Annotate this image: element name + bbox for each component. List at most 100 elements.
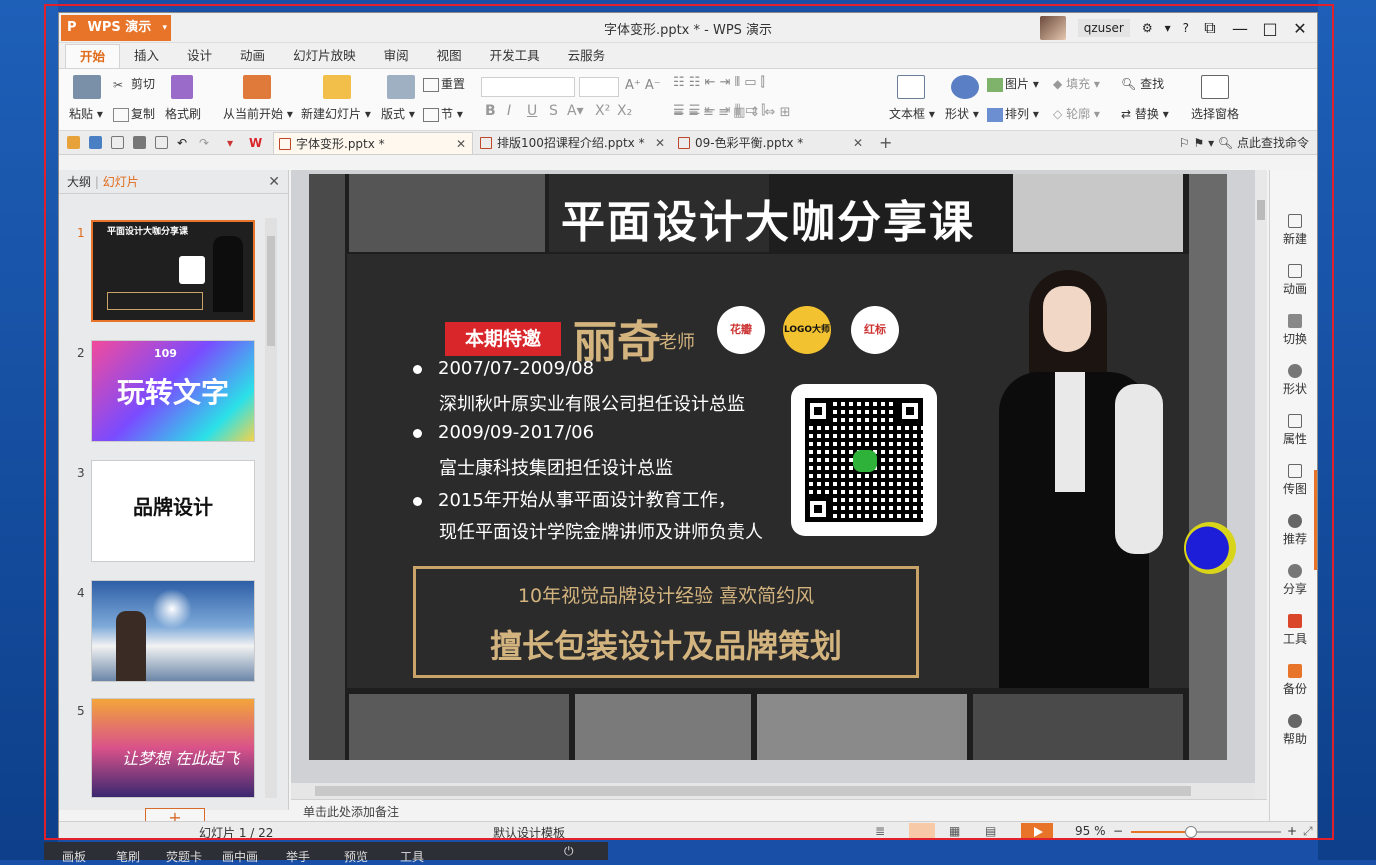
print-preview-icon[interactable] [155, 136, 168, 149]
scroll-thumb[interactable] [267, 236, 275, 346]
zoom-out-icon[interactable]: − [1113, 824, 1123, 838]
layout-button[interactable]: 版式 ▾ [381, 105, 415, 122]
rp-help[interactable]: 帮助 [1270, 714, 1317, 747]
tab-slideshow[interactable]: 幻灯片放映 [279, 44, 370, 68]
rp-animation[interactable]: 动画 [1270, 264, 1317, 297]
bold-icon[interactable]: B [485, 103, 496, 119]
close-tab-icon[interactable]: ✕ [655, 132, 665, 154]
picture-button[interactable]: 图片 ▾ [987, 75, 1039, 92]
avatar[interactable] [1039, 16, 1066, 40]
layout-icon[interactable] [387, 75, 415, 99]
canvas-horizontal-scrollbar[interactable] [291, 783, 1255, 799]
taskbar-item[interactable]: 预览 [344, 848, 368, 865]
slide-thumb-1[interactable]: 平面设计大咖分享课 [91, 220, 255, 322]
skin-icon[interactable]: ⚙ [1142, 21, 1153, 35]
close-panel-icon[interactable]: ✕ [268, 170, 280, 194]
paste-icon[interactable] [73, 75, 101, 99]
redo-icon[interactable]: ↷ [199, 136, 212, 150]
taskbar-item[interactable]: 画中画 [222, 848, 258, 865]
power-icon[interactable]: ⏻ [564, 844, 574, 859]
doc-tab-2[interactable]: 排版100招课程介绍.pptx * ✕ [475, 132, 671, 154]
from-current-button[interactable]: 从当前开始 ▾ [223, 105, 293, 122]
sorter-view-icon[interactable]: ▦ [949, 824, 960, 838]
rp-properties[interactable]: 属性 [1270, 414, 1317, 447]
new-slide-button[interactable]: 新建幻灯片 ▾ [301, 105, 371, 122]
paragraph-icons[interactable]: ☷ ☷ ⇤ ⇥ ⫴ ▭ ⫿ [673, 75, 765, 90]
rp-upload-image[interactable]: 传图 [1270, 464, 1317, 497]
slides-scrollbar[interactable] [265, 218, 277, 798]
wps-w-icon[interactable]: W [249, 136, 262, 150]
open-icon[interactable] [67, 136, 80, 149]
section-button[interactable]: 节 ▾ [423, 105, 463, 122]
close-tab-icon[interactable]: ✕ [853, 132, 863, 154]
arrange-button[interactable]: 排列 ▾ [987, 105, 1039, 122]
normal-view-icon[interactable] [909, 823, 935, 839]
find-button[interactable]: 🔍︎ 查找 [1121, 75, 1164, 92]
font-grow-icon[interactable]: A⁺ A⁻ [625, 78, 661, 93]
taskbar-item[interactable]: 荧题卡 [166, 848, 202, 865]
zoom-slider[interactable] [1131, 826, 1281, 838]
underline-icon[interactable]: U [527, 103, 537, 119]
export-pdf-icon[interactable] [111, 136, 124, 149]
command-search[interactable]: ⚐ ⚑ ▾ 🔍︎ 点此查找命令 [1179, 134, 1309, 151]
new-tab-icon[interactable]: + [879, 133, 892, 152]
rp-tools[interactable]: 工具 [1270, 614, 1317, 647]
tab-review[interactable]: 审阅 [370, 44, 423, 68]
tab-slides[interactable]: 幻灯片 [103, 175, 139, 189]
doc-tab-3[interactable]: 09-色彩平衡.pptx * ✕ [673, 132, 869, 154]
minimize-button[interactable]: — [1231, 19, 1249, 38]
print-icon[interactable] [133, 136, 146, 149]
restore-tab-icon[interactable]: ⧉ [1201, 18, 1219, 38]
tab-cloud[interactable]: 云服务 [554, 44, 620, 68]
shape-icon[interactable] [951, 75, 979, 99]
notes-toggle-icon[interactable]: ≣ [875, 824, 885, 838]
play-from-current-icon[interactable] [243, 75, 271, 99]
fit-window-icon[interactable]: ⤢ [1303, 824, 1313, 839]
rp-shape[interactable]: 形状 [1270, 364, 1317, 397]
notes-area[interactable]: 单击此处添加备注 [291, 799, 1267, 823]
slide-thumb-3[interactable]: 品牌设计 [91, 460, 255, 562]
rp-recommend[interactable]: 推荐 [1270, 514, 1317, 547]
format-painter-button[interactable]: 格式刷 [165, 105, 201, 122]
textbox-button[interactable]: 文本框 ▾ [889, 105, 935, 122]
tab-outline[interactable]: 大纲 [67, 175, 91, 189]
toolbar-misc-icons[interactable]: ⚐ ⚑ ▾ [1179, 136, 1214, 150]
canvas-vertical-scrollbar[interactable] [1255, 170, 1267, 800]
tab-home[interactable]: 开始 [65, 44, 121, 68]
taskbar-item[interactable]: 工具 [400, 848, 424, 865]
slide-thumb-4[interactable] [91, 580, 255, 682]
tab-developer[interactable]: 开发工具 [476, 44, 554, 68]
close-button[interactable]: ✕ [1291, 19, 1309, 38]
outline-button[interactable]: ◇ 轮廓 ▾ [1053, 105, 1100, 122]
cut-button[interactable]: ✂ 剪切 [113, 75, 155, 92]
new-slide-icon[interactable] [323, 75, 351, 99]
subscript-icon[interactable]: X₂ [617, 103, 632, 119]
tab-view[interactable]: 视图 [423, 44, 476, 68]
textbox-icon[interactable] [897, 75, 925, 99]
align-icons[interactable]: ≡ ≡ ≡ ≡ ▥ ⇕ ⇔ ⊞ [673, 105, 790, 120]
user-name[interactable]: qzuser [1077, 19, 1130, 37]
font-size-select[interactable] [579, 77, 619, 97]
replace-button[interactable]: ⇄ 替换 ▾ [1121, 105, 1169, 122]
shirt-icon[interactable]: ▾ [1165, 21, 1171, 35]
strikethrough-icon[interactable]: S [549, 103, 558, 119]
select-pane-icon[interactable] [1201, 75, 1229, 99]
slide-thumb-2[interactable]: 109 玩转文字 [91, 340, 255, 442]
quick-dropdown-icon[interactable]: ▾ [227, 136, 240, 150]
rp-transition[interactable]: 切换 [1270, 314, 1317, 347]
rp-backup[interactable]: 备份 [1270, 664, 1317, 697]
reading-view-icon[interactable]: ▤ [985, 824, 996, 838]
superscript-icon[interactable]: X² [595, 103, 610, 119]
tab-design[interactable]: 设计 [173, 44, 226, 68]
copy-button[interactable]: 复制 [113, 105, 155, 122]
slide-thumb-5[interactable]: 让梦想 在此起飞 [91, 698, 255, 798]
save-icon[interactable] [89, 136, 102, 149]
fill-button[interactable]: ◆ 填充 ▾ [1053, 75, 1100, 92]
shape-button[interactable]: 形状 ▾ [945, 105, 979, 122]
rp-new[interactable]: 新建 [1270, 214, 1317, 247]
font-name-select[interactable] [481, 77, 575, 97]
select-pane-button[interactable]: 选择窗格 [1191, 105, 1239, 122]
reset-button[interactable]: 重置 [423, 75, 465, 92]
taskbar-item[interactable]: 画板 [62, 848, 86, 865]
zoom-in-icon[interactable]: + [1287, 824, 1297, 838]
